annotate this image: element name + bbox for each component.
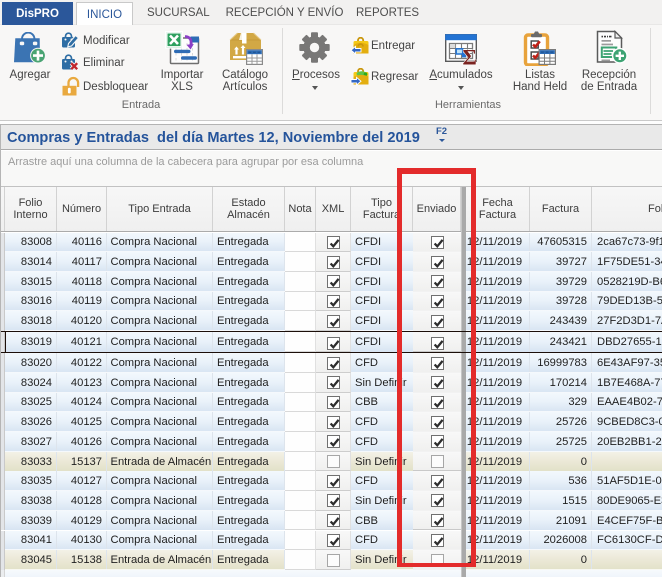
svg-text:Σ: Σ bbox=[463, 45, 477, 66]
